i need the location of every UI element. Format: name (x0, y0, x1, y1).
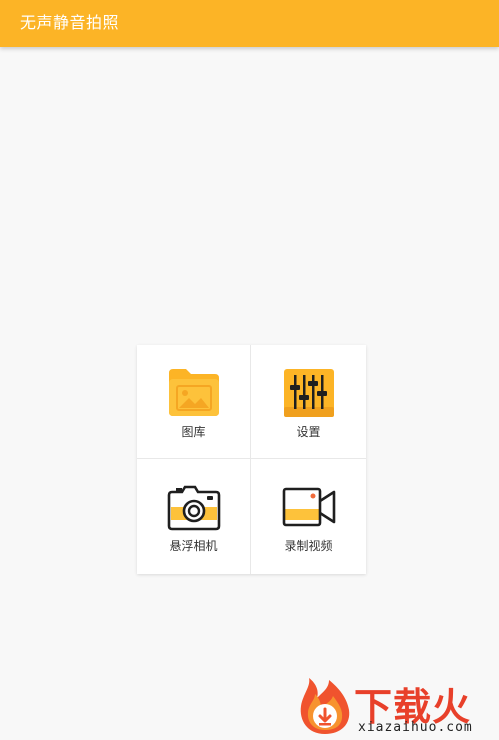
app-bar: 无声静音拍照 (0, 0, 499, 47)
menu-item-settings[interactable]: 设置 (251, 345, 366, 459)
video-record-icon (281, 481, 337, 533)
watermark-domain: xiazaihuo.com (358, 720, 473, 735)
menu-item-label: 设置 (296, 425, 321, 439)
menu-item-floating-camera[interactable]: 悬浮相机 (137, 459, 251, 574)
menu-item-label: 录制视频 (284, 539, 333, 553)
watermark: 下载火 xiazaihuo.com (292, 674, 499, 739)
menu-item-record-video[interactable]: 录制视频 (251, 459, 366, 574)
floating-camera-icon (166, 481, 222, 533)
menu-grid: 图库 设置 悬浮相机 录制视频 (137, 345, 366, 574)
flame-logo-icon (295, 676, 355, 736)
settings-sliders-icon (281, 367, 337, 419)
menu-item-label: 悬浮相机 (169, 539, 218, 553)
menu-item-label: 图库 (181, 425, 206, 439)
app-title: 无声静音拍照 (20, 13, 120, 32)
gallery-folder-icon (166, 367, 222, 419)
menu-item-gallery[interactable]: 图库 (137, 345, 251, 459)
